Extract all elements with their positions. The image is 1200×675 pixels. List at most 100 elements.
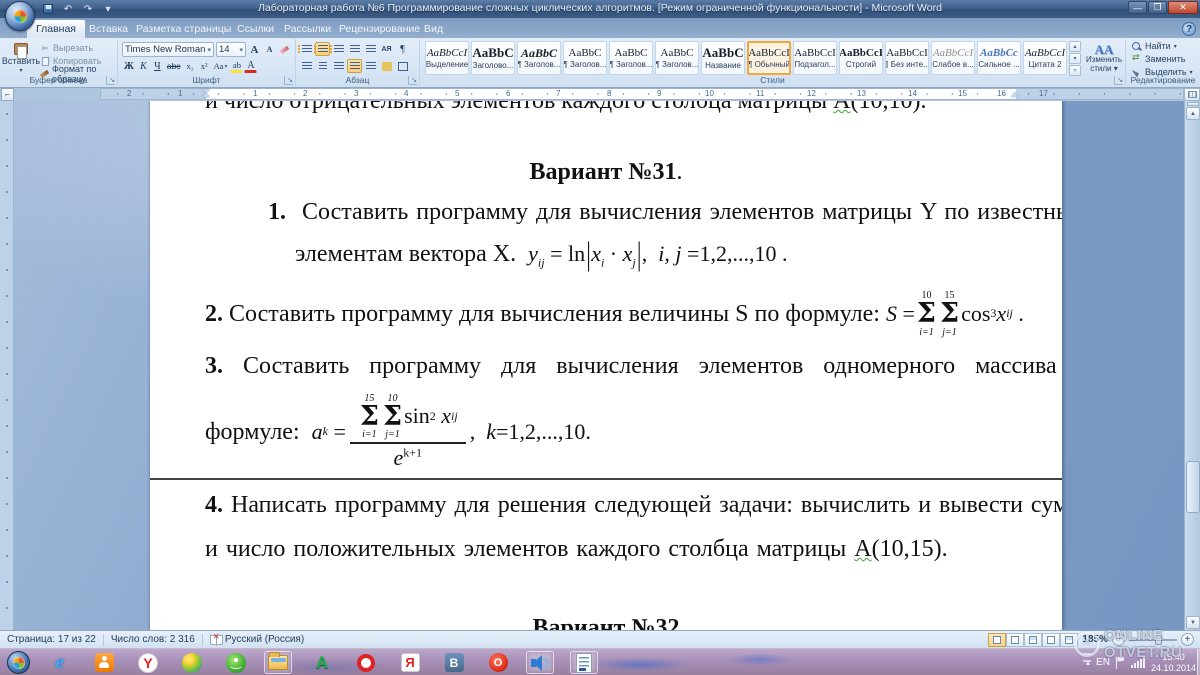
zoom-out-button[interactable]: −: [1112, 633, 1125, 646]
page-indicator[interactable]: Страница: 17 из 22: [0, 631, 103, 648]
save-button[interactable]: [40, 3, 56, 16]
action-center-flag-icon[interactable]: [1116, 657, 1125, 669]
zoom-level[interactable]: 185%: [1082, 634, 1108, 645]
dialog-launcher-icon[interactable]: ↘: [408, 76, 417, 85]
fullscreen-reading-button[interactable]: [1006, 633, 1024, 647]
redo-button[interactable]: ↷: [80, 3, 96, 16]
style-card-selected[interactable]: AaBbCcI¶ Обычный: [747, 41, 791, 75]
style-card[interactable]: AaBbCcIСтрогий: [839, 41, 883, 75]
tab-selector-button[interactable]: ⌐: [1, 88, 14, 101]
zoom-slider-thumb[interactable]: [1155, 635, 1162, 645]
taskbar-yandex[interactable]: Я: [396, 651, 424, 674]
style-card[interactable]: AaBbCЗаголово...: [471, 41, 515, 75]
undo-button[interactable]: ↶: [60, 3, 76, 16]
help-icon[interactable]: ?: [1182, 22, 1196, 36]
tab-view[interactable]: Вид: [415, 19, 452, 38]
highlight-button[interactable]: ab: [230, 59, 243, 73]
hidden-icons-button[interactable]: ▴: [1086, 658, 1090, 667]
align-center-button[interactable]: [315, 59, 330, 73]
taskbar-file-manager[interactable]: [264, 651, 292, 674]
decrease-indent-button[interactable]: [347, 42, 362, 56]
indent-markers[interactable]: [200, 89, 212, 99]
multilevel-list-button[interactable]: [331, 42, 346, 56]
style-card[interactable]: AaBbC¶ Заголов...: [609, 41, 653, 75]
language-indicator[interactable]: EN: [1096, 657, 1110, 668]
web-layout-button[interactable]: [1024, 633, 1042, 647]
strikethrough-button[interactable]: abc: [165, 59, 183, 73]
replace-button[interactable]: Заменить: [1132, 53, 1200, 65]
change-case-button[interactable]: Аа▾: [212, 59, 230, 73]
right-indent-marker[interactable]: [1011, 92, 1019, 97]
superscript-button[interactable]: x²: [198, 59, 211, 73]
taskbar-sphere-app[interactable]: [178, 651, 206, 674]
style-card[interactable]: AaBbCcIВыделение: [425, 41, 469, 75]
change-styles-button[interactable]: АА Изменить стили ▾: [1085, 41, 1123, 75]
cut-button[interactable]: ✂ Вырезать: [40, 42, 117, 54]
numbering-button[interactable]: [315, 42, 330, 56]
style-card[interactable]: AaBbCcIЦитата 2: [1023, 41, 1067, 75]
font-family-combo[interactable]: Times New Roman▾: [122, 42, 214, 57]
taskbar-vkontakte[interactable]: В: [440, 651, 468, 674]
tab-home[interactable]: Главная: [26, 19, 86, 38]
increase-indent-button[interactable]: [363, 42, 378, 56]
taskbar-word[interactable]: [570, 651, 598, 674]
word-count[interactable]: Число слов: 2 316: [104, 631, 202, 648]
close-button[interactable]: ✕: [1168, 1, 1198, 14]
spellcheck-status[interactable]: ✕ Русский (Россия): [203, 631, 311, 648]
zoom-in-button[interactable]: +: [1181, 633, 1194, 646]
start-button[interactable]: [4, 651, 32, 674]
align-right-button[interactable]: [331, 59, 346, 73]
vertical-ruler[interactable]: [0, 101, 14, 630]
style-card[interactable]: AaBbC¶ Заголов...: [563, 41, 607, 75]
qat-customize-button[interactable]: ▾: [100, 3, 116, 16]
style-card[interactable]: AaBbC¶ Заголов...: [655, 41, 699, 75]
scrollbar-thumb[interactable]: [1186, 461, 1200, 513]
sort-button[interactable]: АЯ: [379, 42, 394, 56]
bold-button[interactable]: Ж: [122, 59, 136, 73]
underline-button[interactable]: Ч: [151, 59, 164, 73]
scroll-up-button[interactable]: ▲: [1186, 107, 1200, 120]
zoom-slider[interactable]: [1129, 639, 1177, 641]
style-card[interactable]: AaBbCcIСлабое в...: [931, 41, 975, 75]
justify-button[interactable]: [347, 59, 362, 73]
taskbar-opera[interactable]: [352, 651, 380, 674]
grow-font-button[interactable]: А: [248, 43, 261, 57]
find-button[interactable]: Найти ▾: [1132, 40, 1200, 52]
maximize-button[interactable]: ❐: [1148, 1, 1167, 14]
gallery-up-button[interactable]: ▴: [1069, 41, 1081, 52]
align-left-button[interactable]: [299, 59, 314, 73]
italic-button[interactable]: К: [137, 59, 150, 73]
clear-formatting-button[interactable]: [278, 43, 291, 57]
document-page[interactable]: и число отрицательных элементов каждого …: [150, 101, 1062, 630]
vertical-scrollbar[interactable]: ▲ ▼: [1184, 101, 1200, 630]
style-card[interactable]: AaBbC¶ Заголов...: [517, 41, 561, 75]
print-layout-button[interactable]: [988, 633, 1006, 647]
horizontal-ruler[interactable]: 2 1 1 2 3 4 5 6 7 8 9 10 11 12 13 14 15 …: [100, 88, 1184, 100]
line-spacing-button[interactable]: [363, 59, 378, 73]
minimize-button[interactable]: —: [1128, 1, 1147, 14]
taskbar-red-app[interactable]: O: [484, 651, 512, 674]
office-button[interactable]: [5, 1, 35, 31]
style-card[interactable]: AaBbCНазвание: [701, 41, 745, 75]
bullets-button[interactable]: [299, 42, 314, 56]
tray-clock[interactable]: 15:40 24.10.2014: [1151, 652, 1196, 674]
outline-button[interactable]: [1042, 633, 1060, 647]
hanging-indent-marker[interactable]: [202, 93, 210, 97]
taskbar-yandex-browser[interactable]: Y: [134, 651, 162, 674]
style-card[interactable]: AaBbCcIПодзагол...: [793, 41, 837, 75]
font-color-button[interactable]: А: [244, 59, 257, 73]
taskbar-internet-explorer[interactable]: e: [46, 651, 74, 674]
taskbar-aimp[interactable]: A: [308, 651, 336, 674]
dialog-launcher-icon[interactable]: ↘: [1114, 76, 1123, 85]
paste-button[interactable]: Вставить ▾: [4, 41, 38, 75]
shrink-font-button[interactable]: А: [263, 43, 276, 57]
show-marks-button[interactable]: ¶: [395, 42, 410, 56]
shading-button[interactable]: [379, 59, 394, 73]
tab-page-layout[interactable]: Разметка страницы: [127, 19, 240, 38]
network-signal-icon[interactable]: [1131, 657, 1145, 668]
gallery-down-button[interactable]: ▾: [1069, 53, 1081, 64]
scroll-down-button[interactable]: ▼: [1186, 616, 1200, 629]
font-size-combo[interactable]: 14▾: [216, 42, 246, 57]
split-handle[interactable]: [1187, 102, 1199, 106]
borders-button[interactable]: [395, 59, 410, 73]
